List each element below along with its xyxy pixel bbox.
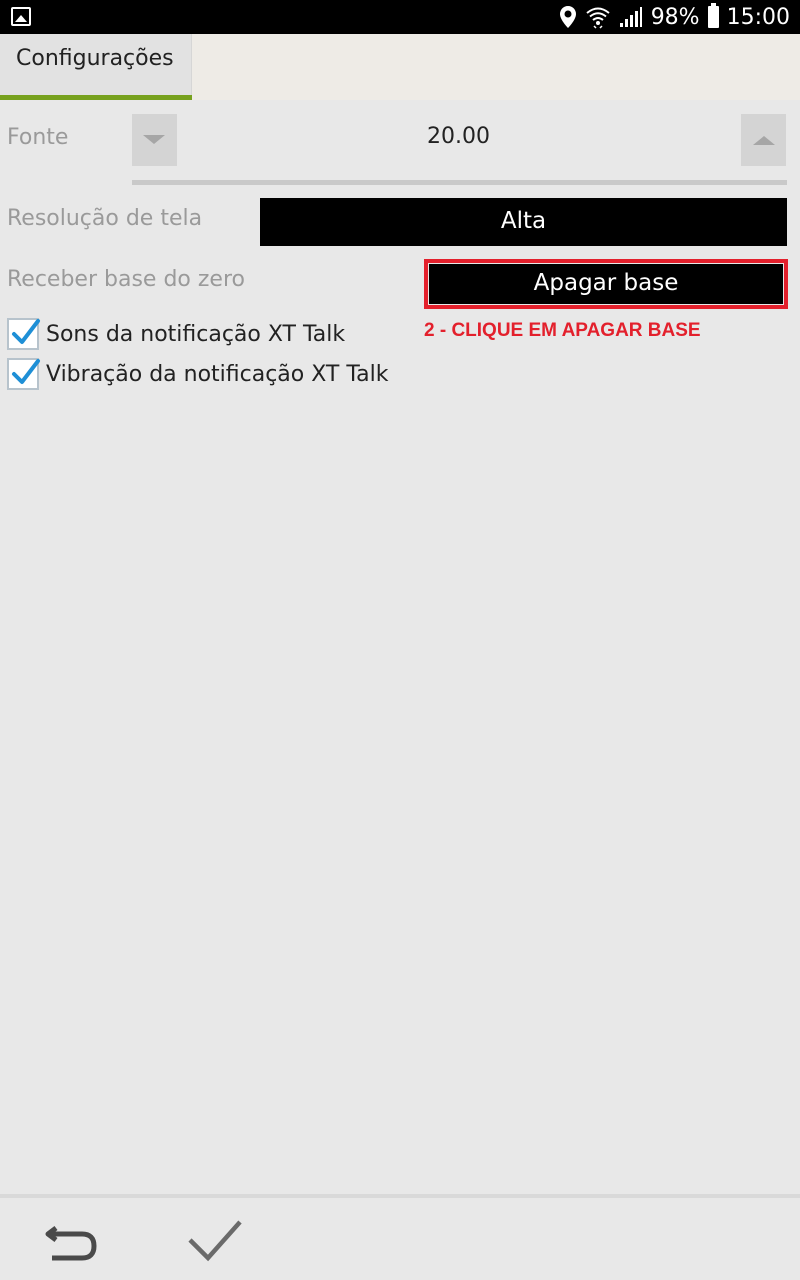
apagar-base-button[interactable]: Apagar base	[429, 264, 783, 304]
battery-icon	[707, 3, 719, 28]
gallery-icon	[11, 7, 31, 26]
tab-configuracoes[interactable]: Configurações	[0, 34, 192, 100]
back-icon	[45, 1226, 97, 1261]
vibration-checkbox-label: Vibração da notificação XT Talk	[46, 361, 389, 387]
instruction-annotation: 2 - CLIQUE EM APAGAR BASE	[424, 320, 701, 341]
tab-label: Configurações	[16, 46, 174, 71]
reset-base-label: Receber base do zero	[7, 267, 245, 292]
sounds-checkbox-label: Sons da notificação XT Talk	[46, 321, 346, 347]
checkmark-icon	[12, 359, 40, 384]
confirm-button[interactable]	[186, 1214, 246, 1270]
active-tab-indicator	[0, 95, 192, 100]
tab-bar: Configurações	[0, 34, 800, 100]
bottom-action-bar	[0, 1194, 800, 1280]
font-size-value: 20.00	[427, 124, 490, 149]
status-bar: 98% 15:00	[0, 0, 800, 34]
back-button[interactable]	[42, 1214, 102, 1270]
battery-percent: 98%	[650, 4, 700, 30]
font-stepper-track	[132, 180, 787, 185]
font-decrease-button[interactable]	[132, 114, 177, 166]
status-icons: 98% 15:00	[559, 0, 790, 34]
sounds-checkbox-row[interactable]: Sons da notificação XT Talk	[7, 317, 345, 351]
checkmark-icon	[12, 319, 40, 344]
resolution-select[interactable]: Alta	[260, 198, 787, 246]
font-increase-button[interactable]	[741, 114, 786, 166]
vibration-checkbox[interactable]	[7, 358, 40, 390]
wifi-icon	[586, 7, 610, 29]
signal-icon	[619, 7, 642, 27]
confirm-check-icon	[188, 1220, 242, 1262]
vibration-checkbox-row[interactable]: Vibração da notificação XT Talk	[7, 357, 389, 391]
font-label: Fonte	[7, 125, 69, 150]
sounds-checkbox[interactable]	[7, 318, 40, 350]
resolution-label: Resolução de tela	[7, 206, 203, 231]
location-icon	[559, 6, 576, 28]
clock: 15:00	[726, 4, 790, 30]
